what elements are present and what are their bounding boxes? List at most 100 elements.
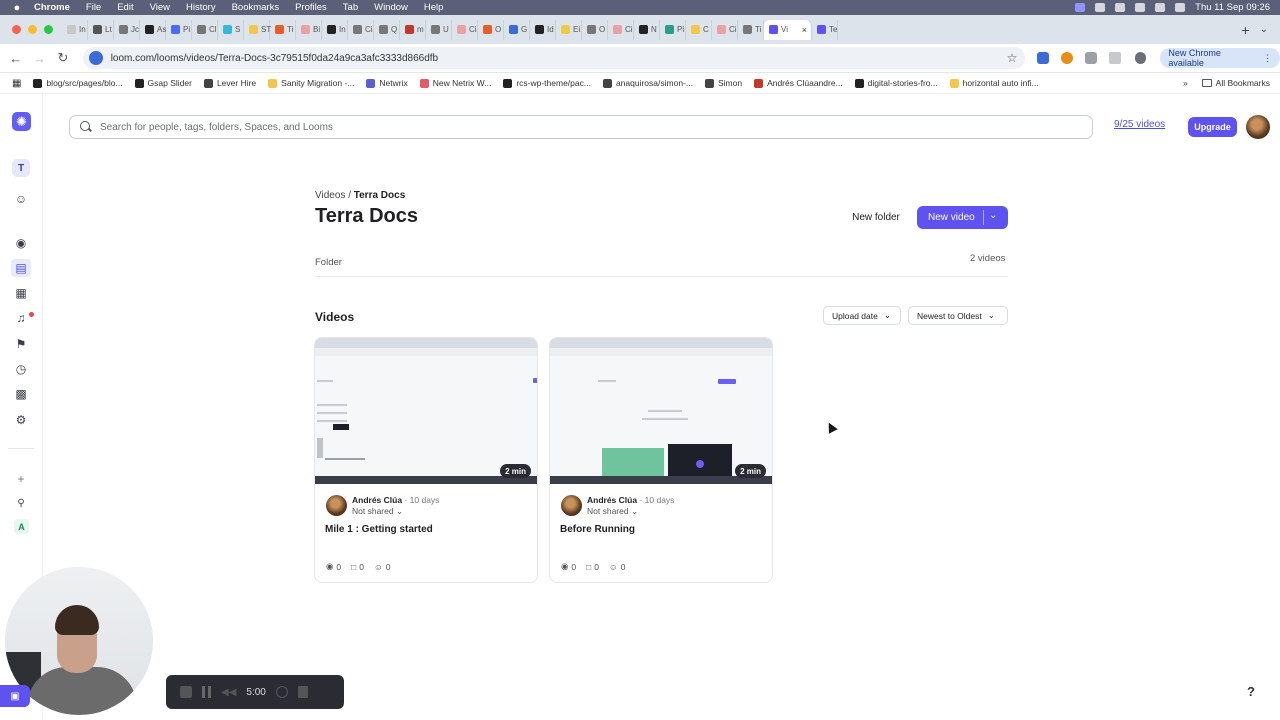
reload-icon[interactable]: ↻ <box>51 50 75 66</box>
bookmark-star-icon[interactable]: ☆ <box>1007 51 1018 65</box>
browser-tab[interactable]: Ti <box>738 19 764 40</box>
search-input[interactable] <box>100 121 1060 133</box>
rewind-icon[interactable]: ◀◀ <box>221 687 236 698</box>
apps-grid-icon[interactable]: ▦ <box>12 78 21 89</box>
video-quota-link[interactable]: 9/25 videos <box>1114 119 1165 130</box>
bookmark-icon[interactable]: ⚑ <box>13 336 29 352</box>
loom-logo-icon[interactable]: ✺ <box>12 112 31 131</box>
menu-file[interactable]: File <box>86 2 101 13</box>
browser-tab[interactable]: Ci <box>712 19 738 40</box>
browser-tab[interactable]: Bi <box>296 19 322 40</box>
bookmark-item[interactable]: Gsap Slider <box>134 78 192 88</box>
browser-tab[interactable]: U <box>426 19 452 40</box>
site-info-icon[interactable] <box>88 51 103 65</box>
chevron-down-icon[interactable]: ⌄ <box>989 210 997 221</box>
browser-tab[interactable]: ST <box>244 19 271 40</box>
extension-icon[interactable] <box>1037 52 1050 64</box>
minimize-window-icon[interactable] <box>28 25 37 34</box>
menu-tab[interactable]: Tab <box>343 2 358 13</box>
bookmark-item[interactable]: Lever Hire <box>203 78 256 88</box>
browser-tab[interactable]: Ci <box>608 19 634 40</box>
author-name[interactable]: Andrés Clúa <box>352 495 402 505</box>
close-window-icon[interactable] <box>12 25 21 34</box>
draw-tool-icon[interactable] <box>275 686 288 698</box>
history-clock-icon[interactable]: ◷ <box>13 361 29 377</box>
address-bar[interactable]: loom.com/looms/videos/Terra-Docs-3c79515… <box>82 47 1026 69</box>
calendar-icon[interactable]: ▦ <box>13 285 29 301</box>
bookmark-item[interactable]: New Netrix W... <box>419 78 491 88</box>
video-thumbnail[interactable]: 2 min <box>315 338 537 484</box>
trash-icon[interactable] <box>297 686 308 698</box>
wifi-icon[interactable] <box>1155 3 1166 12</box>
sharing-status[interactable]: Not shared ⌄ <box>352 506 403 517</box>
profile-icon[interactable]: ◉ <box>13 235 29 251</box>
video-card[interactable]: 2 min Andrés Clúa · 10 days Not shared ⌄… <box>314 337 538 583</box>
browser-tab[interactable]: Pi <box>660 19 686 40</box>
add-workspace-icon[interactable]: + <box>13 471 29 487</box>
bookmark-item[interactable]: Sanity Migration -... <box>268 78 354 88</box>
browser-tab[interactable]: In <box>62 19 88 40</box>
video-title[interactable]: Before Running <box>560 524 635 535</box>
gift-icon[interactable]: ▩ <box>13 386 29 402</box>
bookmark-item[interactable]: Simon <box>704 78 742 88</box>
menu-history[interactable]: History <box>186 2 216 13</box>
extensions-puzzle-icon[interactable] <box>1085 52 1097 64</box>
upgrade-button[interactable]: Upgrade <box>1188 117 1237 137</box>
new-chrome-available-button[interactable]: New Chrome available ⋮ <box>1160 48 1280 68</box>
new-tab-icon[interactable]: + <box>1241 22 1249 38</box>
library-icon[interactable]: ▤ <box>11 259 31 277</box>
browser-tab[interactable]: Pi <box>166 19 192 40</box>
browser-tab[interactable]: m <box>400 19 426 40</box>
extension-icon[interactable] <box>1061 52 1073 64</box>
bookmark-item[interactable]: rcs-wp-theme/pac... <box>503 78 591 88</box>
browser-tab[interactable]: N <box>634 19 660 40</box>
browser-tab[interactable]: Id <box>530 19 556 40</box>
browser-tab[interactable]: C <box>686 19 712 40</box>
search-workspaces-icon[interactable]: ⚲ <box>13 495 29 511</box>
all-bookmarks[interactable]: All Bookmarks <box>1201 78 1270 88</box>
browser-tab[interactable]: O <box>582 19 608 40</box>
clock[interactable]: Thu 11 Sep 09:26 <box>1195 2 1270 13</box>
settings-gear-icon[interactable]: ⚙ <box>13 412 29 428</box>
search-icon[interactable] <box>1175 3 1186 12</box>
zoom-icon[interactable] <box>1095 3 1106 12</box>
pause-icon[interactable] <box>202 686 211 698</box>
browser-tab[interactable]: O <box>478 19 504 40</box>
video-title[interactable]: Mile 1 : Getting started <box>325 524 433 535</box>
browser-tab[interactable]: In <box>322 19 348 40</box>
tab-active[interactable]: Vi × <box>764 19 812 40</box>
browser-tab[interactable]: Jc <box>114 19 140 40</box>
maximize-window-icon[interactable] <box>44 25 53 34</box>
camera-toggle-icon[interactable]: ▣ <box>0 685 30 707</box>
cloud-icon[interactable] <box>1115 3 1126 12</box>
menu-window[interactable]: Window <box>374 2 408 13</box>
notifications-bell-icon[interactable]: ♫ <box>13 310 29 326</box>
bluetooth-icon[interactable] <box>1135 3 1146 12</box>
browser-tab[interactable]: Ti <box>270 19 296 40</box>
back-icon[interactable]: ← <box>4 51 28 66</box>
menu-view[interactable]: View <box>150 2 170 13</box>
stop-recording-icon[interactable] <box>180 686 192 698</box>
menu-help[interactable]: Help <box>424 2 444 13</box>
menu-profiles[interactable]: Profiles <box>295 2 327 13</box>
browser-tab[interactable]: Ci <box>348 19 374 40</box>
workspace-avatar-secondary[interactable]: A <box>14 519 29 534</box>
bookmark-item[interactable]: horizontal auto infi... <box>949 78 1039 88</box>
browser-tab[interactable]: S <box>218 19 244 40</box>
bookmark-item[interactable]: blog/src/pages/blo... <box>33 78 123 88</box>
browser-tab[interactable]: Lt <box>88 19 114 40</box>
breadcrumb-parent[interactable]: Videos <box>315 190 345 201</box>
browser-tab[interactable]: Ei <box>556 19 582 40</box>
apple-icon[interactable]: ● <box>0 2 34 14</box>
menu-edit[interactable]: Edit <box>117 2 133 13</box>
video-card[interactable]: 2 min Andrés Clúa · 10 days Not shared ⌄… <box>549 337 773 583</box>
browser-tab[interactable]: As <box>140 19 166 40</box>
forward-icon[interactable]: → <box>28 51 52 66</box>
browser-tab[interactable]: G <box>504 19 530 40</box>
author-name[interactable]: Andrés Clúa <box>587 495 637 505</box>
browser-tab[interactable]: Ci <box>452 19 478 40</box>
workspace-avatar[interactable]: T <box>12 159 30 177</box>
help-button[interactable]: ? <box>1241 681 1261 701</box>
new-video-button[interactable]: New video ⌄ <box>917 206 1008 229</box>
invite-people-icon[interactable]: ☺ <box>13 191 29 207</box>
